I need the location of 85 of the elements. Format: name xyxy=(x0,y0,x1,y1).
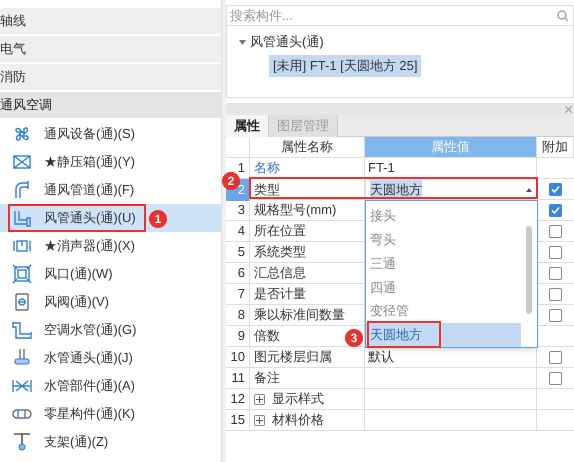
step-badge: 3 xyxy=(345,329,363,347)
dropdown-option[interactable]: 变径管 xyxy=(366,299,521,324)
item-label: 空调水管(通)(G) xyxy=(44,321,136,340)
support-icon xyxy=(12,432,32,452)
category-header[interactable]: 通风空调 xyxy=(0,92,221,118)
item-label: 水管部件(通)(A) xyxy=(44,377,135,396)
checkbox[interactable] xyxy=(549,246,562,258)
item-label: 水管通头(通)(J) xyxy=(44,349,133,368)
row-number: 15 xyxy=(226,410,250,430)
property-value: FT-1 xyxy=(368,159,395,178)
dropdown-option[interactable]: 四通 xyxy=(366,275,521,300)
property-name: 系统类型 xyxy=(254,243,306,262)
property-name: 显示样式 xyxy=(272,390,324,408)
row-number: 9 xyxy=(226,326,250,346)
property-name: 所在位置 xyxy=(254,222,306,240)
item-label: 风管通头(通)(U) xyxy=(44,209,136,228)
item-label: 零星构件(通)(K) xyxy=(44,405,135,424)
property-name: 图元楼层归属 xyxy=(254,348,332,366)
item-label: 通风管道(通)(F) xyxy=(44,181,134,200)
dropdown-option[interactable]: 弯头 xyxy=(366,228,521,252)
property-name: 倍数 xyxy=(254,327,280,346)
dropdown-option[interactable]: 接头 xyxy=(366,204,521,228)
component-item[interactable]: ★消声器(通)(X) xyxy=(0,232,221,260)
property-value: 默认 xyxy=(368,348,394,366)
row-number: 4 xyxy=(226,221,250,241)
property-name: 备注 xyxy=(254,369,280,388)
component-item[interactable]: 零星构件(通)(K) xyxy=(0,400,221,428)
property-name: 汇总信息 xyxy=(254,264,306,282)
checkbox[interactable] xyxy=(549,266,562,280)
checkbox[interactable] xyxy=(549,224,562,238)
component-item[interactable]: 通风设备(通)(S) xyxy=(0,120,221,148)
item-label: 风阀(通)(V) xyxy=(44,293,109,312)
tree-node[interactable]: 风管通头(通) xyxy=(250,32,324,52)
caret-icon xyxy=(526,188,532,192)
property-name: 材料价格 xyxy=(272,411,324,430)
close-icon[interactable] xyxy=(565,106,572,112)
component-item[interactable]: 风口(通)(W) xyxy=(0,260,221,288)
expand-arrow-icon[interactable] xyxy=(239,38,246,46)
component-item[interactable]: 水管部件(通)(A) xyxy=(0,372,221,400)
row-number: 12 xyxy=(226,389,250,409)
water-pipe-icon xyxy=(12,320,32,340)
fitting-icon xyxy=(12,208,32,228)
component-item[interactable]: 风阀(通)(V) xyxy=(0,288,221,316)
checkbox[interactable] xyxy=(549,183,562,196)
property-name: 名称 xyxy=(254,159,280,178)
property-name: 是否计量 xyxy=(254,285,306,304)
component-item[interactable]: 支架(通)(Z) xyxy=(0,428,221,456)
checkbox[interactable] xyxy=(549,204,562,216)
expand-button[interactable] xyxy=(254,394,265,404)
row-number: 3 xyxy=(226,200,250,220)
component-item[interactable]: 通风管道(通)(F) xyxy=(0,176,221,204)
column-header[interactable]: 附加 xyxy=(537,137,574,157)
component-item[interactable]: ★静压箱(通)(Y) xyxy=(0,148,221,176)
tree-item[interactable]: [未用] FT-1 [天圆地方 25] xyxy=(269,55,422,77)
item-label: 风口(通)(W) xyxy=(44,265,113,284)
category-header[interactable]: 轴线 xyxy=(0,8,221,34)
expand-button[interactable] xyxy=(254,414,265,426)
row-number: 7 xyxy=(226,284,250,304)
property-name: 乘以标准间数量 xyxy=(254,306,345,324)
search-field[interactable]: 搜索构件... xyxy=(226,5,574,26)
row-number: 5 xyxy=(226,242,250,262)
item-label: ★消声器(通)(X) xyxy=(44,237,135,256)
component-item[interactable]: 水管通头(通)(J) xyxy=(0,344,221,372)
search-icon[interactable] xyxy=(556,9,570,23)
checkbox[interactable] xyxy=(549,288,562,300)
item-label: 通风设备(通)(S) xyxy=(44,125,135,144)
category-header[interactable]: 消防 xyxy=(0,64,221,90)
dropdown-option[interactable]: 三通 xyxy=(366,252,521,276)
row-number: 6 xyxy=(226,263,250,283)
item-label: 支架(通)(Z) xyxy=(44,433,108,452)
property-name: 规格型号(mm) xyxy=(254,201,336,220)
category-header[interactable]: 电气 xyxy=(0,36,221,62)
tab[interactable]: 属性 xyxy=(226,115,269,137)
checkbox[interactable] xyxy=(549,308,562,322)
property-name: 类型 xyxy=(254,181,280,199)
scrollbar-thumb[interactable] xyxy=(526,226,532,314)
component-item[interactable]: 空调水管(通)(G) xyxy=(0,316,221,344)
dropdown-option[interactable]: 天圆地方 xyxy=(366,323,521,347)
vent-icon xyxy=(12,264,32,284)
row-number: 11 xyxy=(226,368,250,388)
row-number: 10 xyxy=(226,347,250,367)
checkbox[interactable] xyxy=(549,350,562,364)
item-label: ★静压箱(通)(Y) xyxy=(44,153,135,172)
row-number: 8 xyxy=(226,305,250,325)
checkbox[interactable] xyxy=(549,372,562,384)
